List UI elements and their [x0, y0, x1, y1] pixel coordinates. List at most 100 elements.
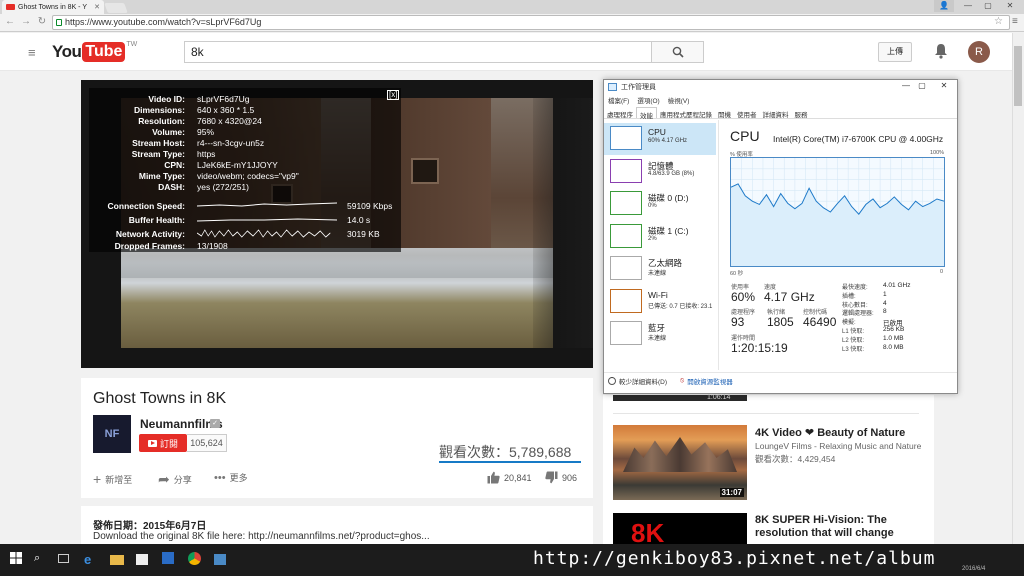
tm-menu-file[interactable]: 檔案(F) [608, 95, 629, 105]
channel-avatar[interactable]: NF [93, 415, 131, 453]
stats-close-button[interactable]: [x] [387, 90, 400, 100]
start-windows-icon[interactable] [10, 552, 24, 566]
mountain-peaks [623, 437, 737, 472]
spec-label: L3 快取: [842, 346, 865, 353]
tab-processes[interactable]: 處理程序 [604, 107, 636, 119]
task-manager-icon [608, 83, 617, 91]
video-player[interactable]: Video ID: sLprVF6d7Ug Dimensions: 640 x 360… [81, 80, 593, 368]
url-input[interactable]: https://www.youtube.com/watch?v=sLprVF6d… [52, 15, 1010, 30]
spec-label: 最快速度: [842, 285, 868, 291]
subscribe-label: 訂閱 [159, 438, 178, 449]
verified-icon: ✓ [210, 419, 220, 428]
thumbs-down-icon [545, 471, 558, 484]
stat-graph-value: 14.0 s [347, 215, 371, 225]
tm-menu-view[interactable]: 檢視(V) [668, 95, 690, 105]
tm-resource-mini-graph [610, 321, 642, 345]
tm-resource-name: CPU [648, 127, 666, 137]
profile-icon[interactable]: 👤 [934, 0, 954, 12]
add-to-button[interactable]: + 新增至 [93, 471, 132, 487]
store-icon[interactable] [136, 554, 148, 565]
cpu-model: Intel(R) Core(TM) i7-6700K CPU @ 4.00GHz [773, 134, 944, 144]
search-input[interactable]: 8k [184, 41, 652, 63]
guide-menu-icon[interactable]: ≡ [28, 45, 36, 60]
maximize-button[interactable]: ▢ [978, 0, 998, 12]
lock-icon [56, 19, 62, 26]
like-button[interactable]: 20,841 [487, 471, 532, 484]
tm-resource-sub: 已傳送: 0.7 已接收: 23.1 [648, 303, 713, 310]
reload-icon[interactable]: ↻ [36, 16, 48, 27]
tm-maximize-button[interactable]: ▢ [914, 81, 930, 90]
related-title-8k[interactable]: 8K SUPER Hi-Vision: The resolution that … [755, 514, 925, 540]
youtube-logo[interactable]: You Tube TW [52, 41, 137, 63]
stat-graph-value: 3019 KB [347, 229, 380, 239]
search-taskbar-icon[interactable]: ⌕ [34, 552, 48, 566]
related-title-nature[interactable]: 4K Video ❤ Beauty of Nature [755, 426, 905, 439]
page-scrollbar-thumb[interactable] [1014, 46, 1022, 106]
share-button[interactable]: ➦ 分享 [158, 471, 192, 488]
dropped-frames-label: Dropped Frames: [114, 241, 185, 251]
spec-label: L1 快取: [842, 329, 865, 335]
task-manager-taskbar-icon[interactable] [214, 554, 226, 565]
related-thumb-nature[interactable]: 31:07 [613, 425, 747, 500]
view-count-underline [439, 461, 581, 463]
search-button[interactable] [651, 41, 704, 63]
related-thumb-8k[interactable]: 8K [613, 513, 747, 545]
resource-monitor-link[interactable]: ⦸ 開啟資源監視器 [680, 376, 733, 386]
description-text: Download the original 8K file here: http… [93, 531, 430, 542]
tm-menu-options[interactable]: 選項(O) [637, 95, 659, 105]
dislike-button[interactable]: 906 [545, 471, 577, 484]
browser-tab[interactable]: Ghost Towns in 8K - Y ✕ [2, 0, 104, 14]
stat-speed-value: 4.17 GHz [764, 290, 815, 304]
forward-arrow-icon[interactable]: → [20, 16, 32, 27]
notification-bell-icon[interactable] [934, 43, 948, 62]
account-avatar[interactable]: R [968, 41, 990, 63]
tab-startup[interactable]: 開機 [715, 107, 734, 119]
tab-performance[interactable]: 效能 [636, 107, 657, 120]
tm-resource-item[interactable]: CPU 60% 4.17 GHz [604, 123, 716, 155]
tm-close-button[interactable]: ✕ [936, 81, 952, 90]
upload-button[interactable]: 上傳 [878, 42, 912, 62]
stat-util-value: 60% [731, 290, 756, 304]
share-label: 分享 [173, 475, 192, 485]
file-explorer-icon[interactable] [110, 555, 124, 565]
tab-app-history[interactable]: 應用程式歷程記錄 [657, 107, 715, 119]
tm-resource-item[interactable]: 磁碟 0 (D:) 0% [604, 188, 716, 220]
minimize-button[interactable]: — [958, 0, 978, 12]
tm-minimize-button[interactable]: — [898, 81, 914, 90]
tab-close-icon[interactable]: ✕ [94, 3, 100, 11]
edge-browser-icon[interactable]: e [84, 552, 98, 567]
tab-services[interactable]: 服務 [792, 107, 811, 119]
graph-x-right: 0 [940, 269, 944, 275]
related-duration-top: 1:06:14 [707, 394, 731, 401]
task-view-icon[interactable] [58, 554, 69, 563]
browser-menu-icon[interactable]: ≡ [1012, 16, 1018, 27]
like-count: 20,841 [504, 472, 532, 483]
more-button[interactable]: ••• 更多 [214, 471, 248, 484]
subscribe-button[interactable]: 訂閱 [139, 434, 187, 452]
tm-resource-sub: 4.8/63.9 GB (8%) [648, 170, 695, 177]
fewer-details-button[interactable]: ˆ 較少詳細資料(D) [608, 376, 667, 386]
tab-users[interactable]: 使用者 [734, 107, 760, 119]
stat-label: Stream Type: [131, 149, 185, 159]
tm-resource-item[interactable]: 乙太網路 未連線 [604, 253, 716, 285]
close-window-button[interactable]: ✕ [1000, 0, 1020, 12]
back-arrow-icon[interactable]: ← [4, 16, 16, 27]
stat-graph-label: Buffer Health: [128, 215, 185, 225]
tm-resource-item[interactable]: 記憶體 4.8/63.9 GB (8%) [604, 156, 716, 188]
vignette [533, 98, 593, 348]
tm-resource-item[interactable]: 磁碟 1 (C:) 2% [604, 221, 716, 253]
tab-details[interactable]: 詳細資料 [760, 107, 792, 119]
tab-title: Ghost Towns in 8K - Y [18, 3, 87, 11]
stat-label: Video ID: [148, 94, 185, 104]
bookmark-star-icon[interactable]: ☆ [994, 16, 1003, 27]
tm-resource-item[interactable]: 藍牙 未連線 [604, 318, 716, 350]
tm-resource-item[interactable]: Wi-Fi 已傳送: 0.7 已接收: 23.1 [604, 286, 716, 318]
chrome-icon[interactable] [188, 552, 201, 565]
snow-field [121, 248, 553, 278]
tm-resource-sub: 60% 4.17 GHz [648, 138, 688, 144]
new-tab-button[interactable] [104, 3, 128, 13]
page-scrollbar[interactable] [1012, 33, 1024, 544]
app-icon[interactable] [162, 552, 174, 564]
spec-label: 插槽: [842, 293, 856, 300]
dropped-frames-value: 13/1908 [197, 241, 228, 251]
